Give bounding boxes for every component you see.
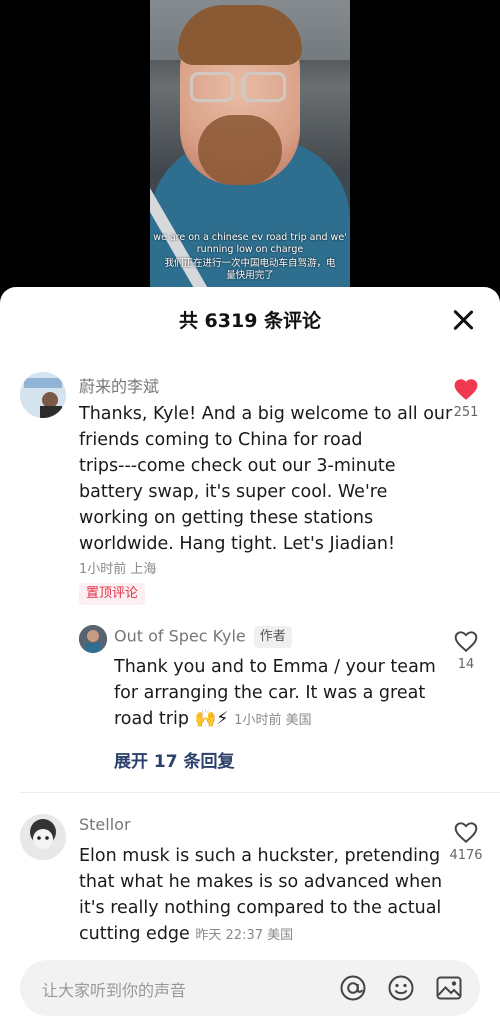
comment-line-text: cutting edge [79, 924, 190, 944]
comment-meta: 1小时前 上海 [79, 562, 157, 577]
comment-line: Thank you and to Emma / your team [114, 657, 436, 677]
like-button[interactable]: 14 [446, 629, 486, 672]
comment-input[interactable]: 让大家听到你的声音 [20, 960, 480, 1016]
comment-username[interactable]: 蔚来的李斌 [79, 373, 159, 397]
avatar[interactable] [79, 625, 107, 653]
subtitle-zh-line1: 我们正在进行一次中国电动车自驾游，电 [164, 258, 336, 269]
image-icon[interactable] [434, 973, 464, 1003]
expand-replies-button[interactable]: 展开 17 条回复 [114, 747, 235, 772]
comment-meta: 1小时前 美国 [234, 713, 312, 728]
heart-outline-icon [454, 631, 478, 653]
comment-line: working on getting these stations [79, 508, 374, 528]
comment-body: Elon musk is such a huckster, pretending… [79, 843, 442, 949]
avatar[interactable] [20, 372, 66, 418]
at-icon[interactable] [338, 973, 368, 1003]
comment-line: it's really nothing compared to the actu… [79, 898, 442, 918]
like-count: 251 [453, 405, 479, 420]
glasses-left [190, 72, 234, 102]
like-count: 4176 [449, 848, 483, 863]
comment-line: road trip 🙌⚡ 1小时前 美国 [114, 706, 436, 734]
comment-line-text: road trip 🙌⚡ [114, 709, 229, 729]
comment-body: Thanks, Kyle! And a big welcome to all o… [79, 401, 452, 557]
like-count: 14 [457, 657, 475, 672]
close-icon[interactable] [448, 305, 478, 335]
like-button[interactable]: 251 [446, 377, 486, 420]
comment-input-placeholder: 让大家听到你的声音 [42, 981, 187, 1000]
reply-username-text[interactable]: Out of Spec Kyle [114, 627, 246, 646]
glasses-right [242, 72, 286, 102]
heart-outline-icon [454, 822, 478, 844]
comment-line: that what he makes is so advanced when [79, 872, 443, 892]
comment-line: battery swap, it's super cool. We're [79, 482, 388, 502]
comment-line: Thanks, Kyle! And a big welcome to all o… [79, 404, 453, 424]
divider [20, 792, 500, 793]
comment-count-title: 共 6319 条评论 [178, 310, 322, 332]
subtitle-en-line1: we are on a chinese ev road trip and we' [153, 232, 347, 243]
avatar-photo [20, 814, 66, 860]
video-player[interactable]: we are on a chinese ev road trip and we'… [150, 0, 350, 290]
comment-line: friends coming to China for road [79, 430, 363, 450]
comment-line: for arranging the car. It was a great [114, 683, 426, 703]
comment-meta: 昨天 22:37 美国 [195, 928, 294, 943]
comment-line: worldwide. Hang tight. Let's Jiadian! [79, 534, 396, 554]
avatar-photo [79, 625, 107, 653]
subtitle-zh-line2: 量快用完了 [226, 270, 274, 281]
pinned-badge: 置顶评论 [79, 583, 146, 605]
avatar-photo [20, 372, 66, 418]
avatar[interactable] [20, 814, 66, 860]
author-badge: 作者 [253, 626, 292, 648]
sheet-header: 共 6319 条评论 [0, 287, 500, 351]
person-hair [178, 5, 302, 65]
like-button[interactable]: 4176 [446, 820, 486, 863]
comments-sheet: 共 6319 条评论 蔚来的李斌 Thanks, Kyle! And a big… [0, 287, 500, 1028]
comment-line: cutting edge 昨天 22:37 美国 [79, 921, 442, 949]
comment-line: trips---come check out our 3-minute [79, 456, 396, 476]
reply-username: Out of Spec Kyle 作者 [114, 626, 292, 648]
comment-username[interactable]: Stellor [79, 815, 131, 834]
subtitle-en-line2: running low on charge [196, 244, 304, 255]
heart-filled-icon [454, 379, 478, 400]
emoji-icon[interactable] [386, 973, 416, 1003]
reply-body: Thank you and to Emma / your team for ar… [114, 654, 436, 734]
comment-line: Elon musk is such a huckster, pretending [79, 846, 441, 866]
person-beard [198, 115, 282, 185]
